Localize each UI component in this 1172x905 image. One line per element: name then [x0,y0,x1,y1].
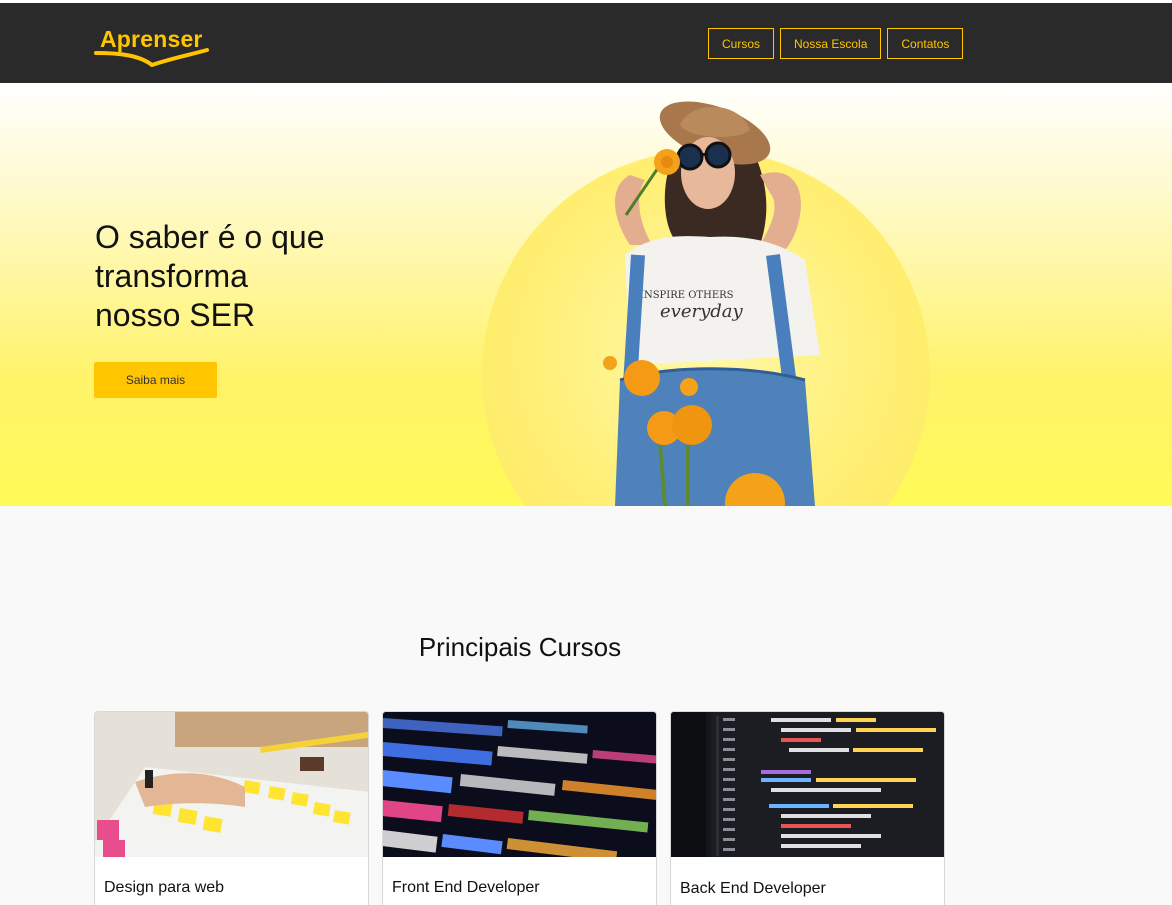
hero-section: O saber é o que transforma nosso SER Sai… [0,83,1172,506]
principais-cursos-title: Principais Cursos [418,632,622,662]
sticky-notes-photo-icon [95,712,368,857]
course-card-title: Back End Developer [680,880,826,897]
logo-swoosh-icon [94,48,209,68]
hero-title-line-2: transforma [95,258,248,294]
colorful-code-photo-icon [383,712,656,857]
nav-cursos-button[interactable]: Cursos [708,28,775,59]
course-card-title: Front End Developer [392,879,540,896]
course-card-front-end[interactable]: Front End Developer [382,711,657,905]
hero-woman-photo: INSPIRE OTHERS everyday [603,101,820,506]
aprenser-logo[interactable]: Aprenser [94,25,210,75]
hero-title-line-3: nosso SER [95,297,256,333]
main-nav: Cursos Nossa Escola Contatos [708,28,964,59]
shirt-text-top: INSPIRE OTHERS [640,290,734,301]
code-editor-photo-icon [671,712,944,857]
nav-contatos-button[interactable]: Contatos [887,28,964,59]
course-card-title: Design para web [104,879,225,896]
shirt-text-bottom: everyday [660,301,744,322]
saiba-mais-button[interactable]: Saiba mais [94,362,217,398]
nav-nossa-escola-button[interactable]: Nossa Escola [780,28,882,59]
site-header: Aprenser Cursos Nossa Escola Contatos [0,0,1172,83]
course-card-design[interactable]: Design para web [94,711,369,905]
course-card-back-end[interactable]: Back End Developer [670,711,945,905]
hero-title: O saber é o que transforma nosso SER [95,218,385,335]
hero-title-line-1: O saber é o que [95,219,325,255]
